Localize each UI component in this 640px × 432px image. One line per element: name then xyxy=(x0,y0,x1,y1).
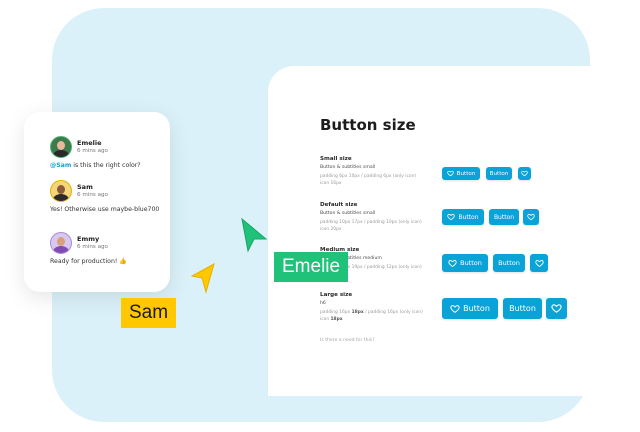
comment-text: Ready for production! 👍 xyxy=(50,258,128,265)
default-icon-button[interactable] xyxy=(523,209,539,225)
large-text-button[interactable]: Button xyxy=(503,298,542,319)
comment-thread-card: Emelie 6 mins ago @Sam is this the right… xyxy=(24,112,170,292)
medium-icon-text-button[interactable]: Button xyxy=(442,254,488,272)
comment-author: Emmy xyxy=(77,234,100,243)
avatar xyxy=(50,136,72,158)
heart-icon xyxy=(521,170,528,177)
row-subtitle: h6 xyxy=(320,301,326,307)
row-label: Small size xyxy=(320,156,352,162)
comment-header: Emmy 6 mins ago xyxy=(50,232,108,254)
row-spec: padding 16px 18px / padding 16px (only i… xyxy=(320,309,423,322)
small-icon-button[interactable] xyxy=(518,167,531,180)
small-text-button[interactable]: Button xyxy=(486,167,512,180)
comment-time: 6 mins ago xyxy=(77,243,108,250)
large-icon-button[interactable] xyxy=(546,298,567,319)
row-spec: padding 10px 17px / padding 10px (only i… xyxy=(320,219,422,232)
heart-icon xyxy=(551,303,562,314)
button-label: Button xyxy=(463,304,490,313)
button-label: Button xyxy=(458,213,479,221)
row-label: Large size xyxy=(320,292,353,298)
row-spec: padding 6px 10px / padding 6px (only ico… xyxy=(320,173,417,186)
page-title: Button size xyxy=(320,116,416,134)
row-subtitle: Button & subtitles small xyxy=(320,165,376,171)
comment-text: Yes! Otherwise use maybe-blue700 xyxy=(50,206,160,213)
cursor-arrow-icon xyxy=(190,262,215,294)
cursor-label-sam: Sam xyxy=(121,298,177,328)
row-small-size: Small size Button & subtitles small padd… xyxy=(320,156,440,187)
medium-icon-button[interactable] xyxy=(530,254,548,272)
small-icon-text-button[interactable]: Button xyxy=(442,167,480,180)
row-large-size: Large size h6 padding 16px 18px / paddin… xyxy=(320,292,440,323)
mention-link[interactable]: @Sam xyxy=(50,162,71,169)
comment-author: Emelie xyxy=(77,138,102,147)
cursor-label-emelie: Emelie xyxy=(274,252,349,282)
cursor-arrow-icon xyxy=(241,217,268,253)
comment-text: @Sam is this the right color? xyxy=(50,162,141,169)
button-label: Button xyxy=(460,259,482,267)
comment-time: 6 mins ago xyxy=(77,147,108,154)
button-label: Button xyxy=(493,213,515,221)
comment-header: Sam 6 mins ago xyxy=(50,180,108,202)
button-label: Button xyxy=(456,170,476,177)
button-label: Button xyxy=(498,259,520,267)
heart-icon xyxy=(527,213,535,221)
heart-icon xyxy=(446,170,454,177)
row-subtitle: Button & subtitles small xyxy=(320,211,376,217)
comment-header: Emelie 6 mins ago xyxy=(50,136,108,158)
avatar xyxy=(50,180,72,202)
button-label: Button xyxy=(489,170,509,177)
heart-icon xyxy=(450,304,460,314)
avatar xyxy=(50,232,72,254)
comment-time: 6 mins ago xyxy=(77,191,108,198)
row-label: Default size xyxy=(320,202,358,208)
heart-icon xyxy=(448,259,457,268)
heart-icon xyxy=(447,213,456,221)
heart-icon xyxy=(534,259,544,268)
medium-text-button[interactable]: Button xyxy=(493,254,525,272)
question-note: Is there a need for this? xyxy=(320,338,375,343)
large-icon-text-button[interactable]: Button xyxy=(442,298,498,319)
button-size-panel: Button size Small size Button & subtitle… xyxy=(268,66,628,396)
row-default-size: Default size Button & subtitles small pa… xyxy=(320,202,440,233)
default-text-button[interactable]: Button xyxy=(489,209,519,225)
default-icon-text-button[interactable]: Button xyxy=(442,209,484,225)
button-label: Button xyxy=(509,304,536,313)
comment-author: Sam xyxy=(77,182,93,191)
